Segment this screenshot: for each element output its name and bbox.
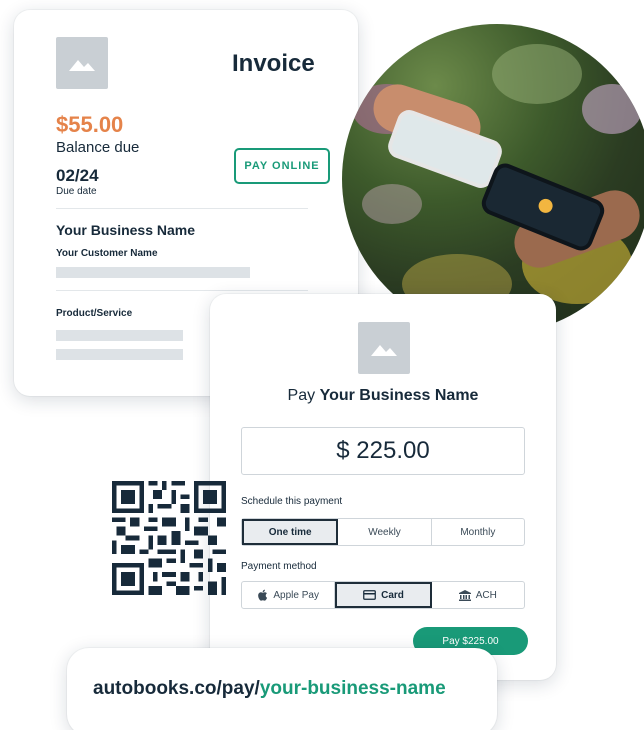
bank-icon (458, 589, 471, 601)
schedule-option-one-time[interactable]: One time (242, 519, 339, 545)
invoice-business-name: Your Business Name (56, 222, 196, 238)
schedule-option-weekly[interactable]: Weekly (338, 519, 432, 545)
invoice-amount: $55.00 (56, 112, 124, 137)
schedule-label: Schedule this payment (241, 496, 343, 507)
pay-online-button[interactable]: PAY ONLINE (234, 148, 330, 184)
divider (56, 290, 308, 291)
method-option-card[interactable]: Card (335, 582, 432, 608)
schedule-selector: One time Weekly Monthly (241, 518, 525, 546)
payment-method-label: Payment method (241, 561, 317, 572)
amount-field[interactable]: $ 225.00 (241, 427, 525, 475)
customer-placeholder-bar (56, 267, 250, 278)
due-date: 02/24 (56, 166, 99, 185)
payment-url-slug: your-business-name (259, 678, 446, 699)
payment-card: Pay Your Business Name $ 225.00 Schedule… (210, 294, 556, 680)
product-placeholder-bar (56, 349, 183, 360)
tap-to-pay-photo (342, 24, 644, 334)
invoice-customer-name: Your Customer Name (56, 248, 158, 259)
payment-business-name: Your Business Name (319, 387, 479, 404)
product-placeholder-bar (56, 330, 183, 341)
product-service-label: Product/Service (56, 308, 133, 319)
method-option-ach[interactable]: ACH (432, 582, 524, 608)
due-date-label: Due date (56, 186, 97, 197)
payment-method-selector: Apple Pay Card ACH (241, 581, 525, 609)
payment-url-pill[interactable]: autobooks.co/pay/your-business-name (67, 648, 497, 730)
payment-logo-placeholder-icon (358, 322, 410, 374)
payment-title-prefix: Pay (287, 387, 316, 404)
apple-pay-label: Apple Pay (273, 589, 319, 601)
method-option-apple-pay[interactable]: Apple Pay (242, 582, 336, 608)
payment-url-base: autobooks.co/pay/ (93, 678, 260, 699)
invoice-title: Invoice (232, 50, 315, 77)
apple-icon (258, 589, 268, 601)
divider (56, 208, 308, 209)
payment-title: Pay Your Business Name (210, 387, 556, 405)
ach-label: ACH (475, 589, 497, 601)
balance-due-label: Balance due (56, 139, 140, 156)
card-label: Card (381, 589, 404, 601)
qr-code[interactable] (112, 481, 226, 595)
schedule-option-monthly[interactable]: Monthly (432, 519, 524, 545)
card-icon (363, 590, 376, 600)
invoice-logo-placeholder-icon (56, 37, 108, 89)
